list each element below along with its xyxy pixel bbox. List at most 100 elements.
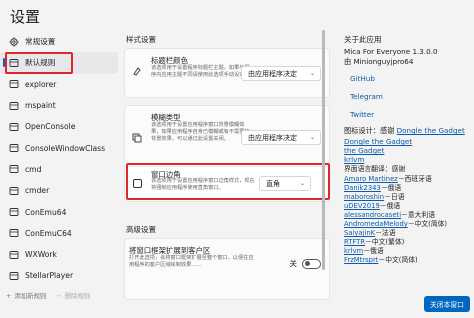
titlebar-color-dropdown[interactable]: 由应用程序决定 ⌄	[241, 66, 321, 81]
sidebar-item-default-rule[interactable]: 默认规则	[0, 52, 118, 74]
translator-name[interactable]: krlvm	[344, 247, 363, 255]
about-panel: 关于此应用 Mica For Everyone 1.3.0.0 由 Minion…	[332, 30, 474, 318]
chevron-down-icon: ⌄	[309, 70, 315, 77]
translator-name[interactable]: Danik2343	[344, 184, 381, 192]
translator-lang: －中文(简体)	[378, 256, 418, 264]
translator-name[interactable]: AndromedaMelody	[344, 220, 408, 228]
translator-lang: －西班牙语	[397, 175, 432, 183]
add-rule-label: 添加新规则	[14, 292, 47, 300]
style-section-title: 样式设置	[126, 35, 156, 44]
sidebar-item-label: WXWork	[25, 250, 57, 260]
translator-lang: －俄语	[380, 184, 402, 192]
gear-icon	[9, 37, 19, 47]
icon-credit: 图标设计：感谢 Dongle the Gadget	[344, 126, 465, 135]
translator-name[interactable]: RTFTR	[344, 238, 365, 246]
dropdown-value: 由应用程序决定	[248, 133, 297, 142]
app-author: 由 Minionguyjpro64	[344, 57, 414, 66]
translator-row: SaiyajinK－法语	[344, 229, 396, 238]
sidebar-item-openconsole[interactable]: OpenConsole	[0, 116, 118, 137]
sidebar-item-label: cmder	[25, 186, 50, 196]
sidebar-item-label: 默认规则	[25, 58, 56, 68]
translator-lang: －法语	[375, 229, 396, 237]
sidebar-item-label: explorer	[25, 79, 57, 89]
sidebar-item-label: StellarPlayer	[25, 271, 74, 281]
credit-link[interactable]: krlvm	[344, 155, 364, 164]
app-icon	[9, 79, 19, 89]
window-corner-card: 窗口边角 该选项用于设置应用程序窗口边角样式，现在将强制应用程序使用直角窗口。 …	[124, 166, 330, 202]
app-icon	[9, 271, 19, 281]
sidebar-item-label: ConEmu64	[25, 207, 67, 217]
dropdown-value: 由应用程序决定	[248, 69, 297, 78]
titlebar-color-desc: 该选项用于设置程序标题栏主题，如果与程序内应用主题不同请使用此选项手动设定。	[151, 65, 250, 79]
sidebar-item-mspaint[interactable]: mspaint	[0, 95, 118, 116]
app-icon	[9, 186, 19, 196]
extend-frame-card: 将窗口框架扩展到客户区 打开此选项，会将窗口框架扩展至整个窗口，以便在应用程序的…	[124, 238, 330, 300]
layers-icon	[132, 128, 142, 143]
app-icon	[9, 122, 19, 132]
scrollbar[interactable]	[322, 30, 325, 270]
translator-row: uDEV2019－俄语	[344, 202, 400, 211]
titlebar-color-card: 标题栏颜色 该选项用于设置程序标题栏主题，如果与程序内应用主题不同请使用此选项手…	[124, 48, 330, 98]
translator-row: Amaro Martinez－西班牙语	[344, 175, 432, 184]
blur-type-dropdown[interactable]: 由应用程序决定 ⌄	[241, 130, 321, 145]
credit-link[interactable]: the Gadget	[344, 146, 384, 155]
translator-name[interactable]: SaiyajinK	[344, 229, 375, 237]
chevron-down-icon: ⌄	[309, 134, 315, 141]
app-icon	[9, 250, 19, 260]
delete-rule-button[interactable]: − 删除规则	[56, 291, 90, 301]
translator-lang: －意大利语	[401, 211, 436, 219]
main-panel: 样式设置 标题栏颜色 该选项用于设置程序标题栏主题，如果与程序内应用主题不同请使…	[118, 30, 330, 318]
blur-type-desc: 该选项用于设置应用程序窗口背景模糊效果，如果应用程序自身已模糊或有不需要的背景效…	[151, 122, 250, 143]
sidebar-item-wxwork[interactable]: WXWork	[0, 244, 118, 265]
dropdown-value: 直角	[266, 179, 280, 188]
translator-row: RTFTR－中文(繁体)	[344, 238, 404, 247]
sidebar-item-label: ConEmuC64	[25, 228, 72, 238]
toggle-state-label: 关	[289, 259, 298, 268]
sidebar-item-label: cmd	[25, 164, 42, 174]
app-icon	[9, 207, 19, 217]
translator-name[interactable]: Amaro Martinez	[344, 175, 398, 183]
sidebar-item-cmd[interactable]: cmd	[0, 159, 118, 180]
window-corner-desc: 该选项用于设置应用程序窗口边角样式，现在将强制应用程序使用直角窗口。	[151, 178, 255, 192]
translator-name[interactable]: FrzMtrsprt	[344, 256, 378, 264]
extend-frame-toggle-group: 关	[289, 258, 321, 269]
rule-icon	[9, 58, 19, 68]
sidebar-item-label: mspaint	[25, 101, 56, 111]
sidebar-item-cmder[interactable]: cmder	[0, 180, 118, 201]
plus-icon: +	[6, 291, 12, 300]
telegram-link[interactable]: Telegram	[350, 92, 383, 101]
sidebar-item-conemu64[interactable]: ConEmu64	[0, 201, 118, 222]
credit-link[interactable]: Dongle the Gadget	[344, 137, 412, 146]
sidebar-item-explorer[interactable]: explorer	[0, 74, 118, 95]
advanced-section-title: 高级设置	[126, 225, 156, 234]
app-icon	[9, 228, 19, 238]
sidebar-item-consolewindowclass[interactable]: ConsoleWindowClass	[0, 137, 118, 158]
app-icon	[9, 143, 19, 153]
github-link[interactable]: GitHub	[350, 74, 375, 83]
sidebar-item-stellarplayer[interactable]: StellarPlayer	[0, 265, 118, 286]
extend-frame-desc: 打开此选项，会将窗口框架扩展至整个窗口，以便在应用程序的客户区域绘制效果……	[129, 255, 254, 269]
app-icon	[9, 101, 19, 111]
sidebar-item-conemuc64[interactable]: ConEmuC64	[0, 223, 118, 244]
icon-credit-prefix: 图标设计：感谢	[344, 126, 395, 135]
add-rule-button[interactable]: + 添加新规则	[6, 291, 47, 301]
translator-row: alessandrocaseti－意大利语	[344, 211, 435, 220]
sidebar-item-general[interactable]: 常规设置	[0, 31, 118, 52]
window-corner-dropdown[interactable]: 直角 ⌄	[259, 176, 311, 191]
translator-row: AndromedaMelody－中文(简体)	[344, 220, 447, 229]
sidebar-footer: + 添加新规则 − 删除规则	[6, 291, 90, 301]
twitter-link[interactable]: Twitter	[350, 110, 374, 119]
translator-name[interactable]: alessandrocaseti	[344, 211, 401, 219]
translators-heading: 界面语言翻译：感谢	[344, 165, 406, 173]
checkbox-icon[interactable]	[133, 179, 142, 188]
translator-name[interactable]: uDEV2019	[344, 202, 380, 210]
translator-lang: －日语	[384, 193, 405, 201]
sidebar-item-label: 常规设置	[25, 37, 56, 47]
close-window-button[interactable]: 关闭本窗口	[424, 296, 470, 312]
extend-frame-toggle[interactable]	[302, 258, 321, 269]
translator-name[interactable]: maboroshin	[344, 193, 384, 201]
minus-icon: −	[56, 291, 62, 300]
translator-row: krlvm－俄语	[344, 247, 384, 256]
about-heading: 关于此应用	[344, 35, 382, 44]
icon-credit-link[interactable]: Dongle the Gadget	[397, 126, 465, 135]
